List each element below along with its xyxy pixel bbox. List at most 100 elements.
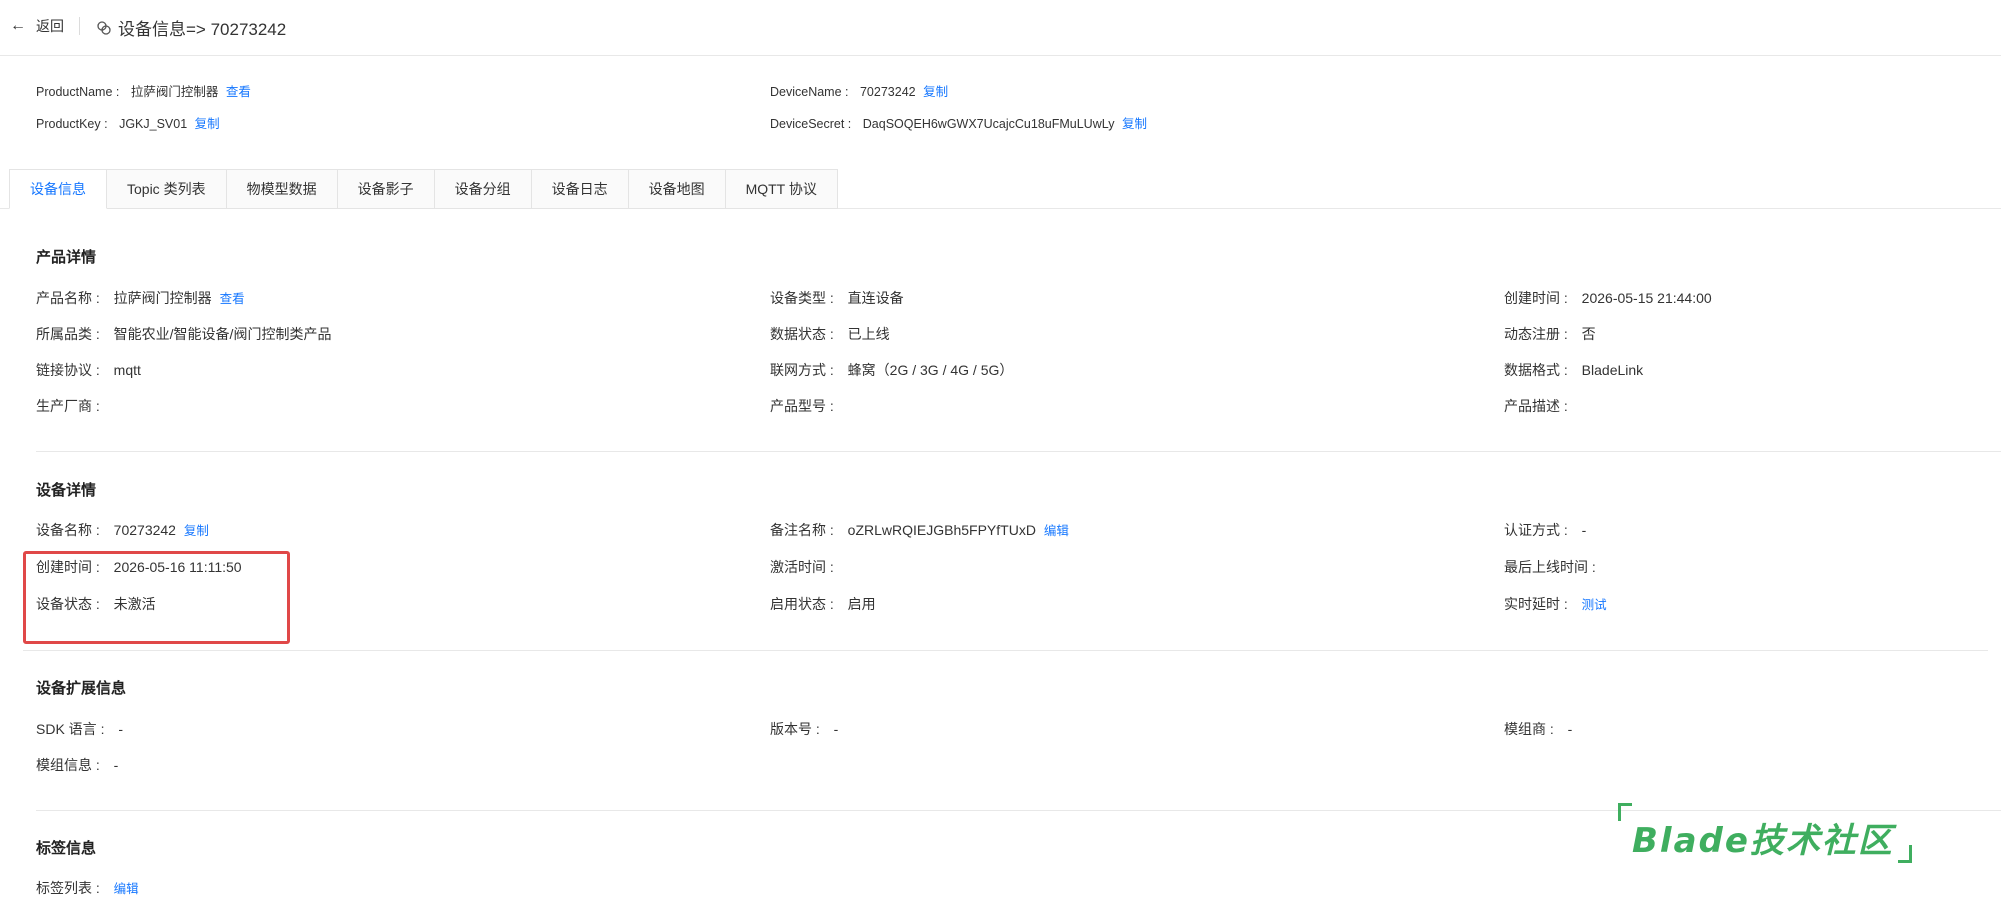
header-divider [79,17,80,35]
dd-remark-edit-link[interactable]: 编辑 [1044,524,1069,538]
dd-enabled: 启用状态 : 启用 [770,594,876,614]
ext-version: 版本号 : - [770,719,838,739]
device-name-copy-link[interactable]: 复制 [923,85,948,99]
pd-product-name-label: 产品名称 : [36,290,100,306]
link-icon [97,20,111,35]
pd-dynamic-register-label: 动态注册 : [1504,326,1568,342]
dd-auth: 认证方式 : - [1504,520,1586,540]
page-title-text: 设备信息=> 70273242 [118,20,287,39]
tab-bar: 设备信息 Topic 类列表 物模型数据 设备影子 设备分组 设备日志 设备地图… [9,169,838,209]
tab-device-group[interactable]: 设备分组 [434,169,532,209]
product-key-row: ProductKey : JGKJ_SV01 复制 [36,113,220,132]
pd-category-value: 智能农业/智能设备/阀门控制类产品 [113,326,332,342]
pd-category-label: 所属品类 : [36,326,100,342]
pd-created: 创建时间 : 2026-05-15 21:44:00 [1504,288,1712,308]
product-key-value: JGKJ_SV01 [119,117,188,131]
dd-remark-label: 备注名称 : [770,522,834,538]
top-bar: ← 返回 设备信息=> 70273242 [0,0,2001,56]
ext-module-info: 模组信息 : - [36,755,118,775]
tab-device-log[interactable]: 设备日志 [531,169,629,209]
back-label: 返回 [36,18,64,34]
pd-data-format-value: BladeLink [1581,362,1644,378]
dd-remark-value: oZRLwRQIEJGBh5FPYfTUxD [847,522,1036,538]
tags-list: 标签列表 : 编辑 [36,878,139,898]
product-name-row: ProductName : 拉萨阀门控制器 查看 [36,81,251,100]
watermark-text: Blade技术社区 [1632,821,1894,861]
pd-product-name-value: 拉萨阀门控制器 [113,290,212,306]
dd-device-name-copy-link[interactable]: 复制 [184,524,209,538]
section-divider [36,451,2001,452]
tags-edit-link[interactable]: 编辑 [114,882,139,896]
pd-network-label: 联网方式 : [770,362,834,378]
tab-device-info[interactable]: 设备信息 [9,169,107,209]
extension-title: 设备扩展信息 [36,680,127,697]
device-secret-row: DeviceSecret : DaqSOQEH6wGWX7UcajcCu18uF… [770,113,1147,132]
pd-data-status-value: 已上线 [847,326,890,342]
pd-protocol-value: mqtt [113,362,141,378]
pd-model: 产品型号 : [770,396,834,416]
pd-data-status-label: 数据状态 : [770,326,834,342]
tab-thing-model-data[interactable]: 物模型数据 [226,169,338,209]
product-key-copy-link[interactable]: 复制 [195,117,220,131]
arrow-left-icon: ← [10,17,26,34]
tags-list-label: 标签列表 : [36,880,100,896]
ext-module-vendor: 模组商 : - [1504,719,1572,739]
tab-mqtt-protocol[interactable]: MQTT 协议 [725,169,838,209]
tab-topic-list[interactable]: Topic 类列表 [107,169,227,209]
device-secret-label: DeviceSecret : [770,117,852,131]
ext-module-info-value: - [113,757,119,773]
device-name-row: DeviceName : 70273242 复制 [770,81,948,100]
ext-sdk-value: - [118,721,124,737]
device-name-label: DeviceName : [770,85,849,99]
device-secret-value: DaqSOQEH6wGWX7UcajcCu18uFMuLUwLy [862,117,1115,131]
dd-activated: 激活时间 : [770,557,834,577]
ext-module-vendor-value: - [1567,721,1573,737]
product-name-label: ProductName : [36,85,120,99]
dd-last-online: 最后上线时间 : [1504,557,1596,577]
pd-device-type-label: 设备类型 : [770,290,834,306]
pd-data-format: 数据格式 : BladeLink [1504,360,1643,380]
ext-version-label: 版本号 : [770,721,820,737]
dd-last-online-label: 最后上线时间 : [1504,559,1596,575]
back-button[interactable]: ← 返回 [10,16,64,36]
dd-enabled-value: 启用 [847,596,876,612]
pd-device-type-value: 直连设备 [847,290,904,306]
pd-created-label: 创建时间 : [1504,290,1568,306]
tab-device-map[interactable]: 设备地图 [628,169,726,209]
ext-module-vendor-label: 模组商 : [1504,721,1554,737]
pd-device-type: 设备类型 : 直连设备 [770,288,904,308]
dd-device-name: 设备名称 : 70273242 复制 [36,520,209,540]
device-detail-title: 设备详情 [36,482,97,499]
pd-dynamic-register-value: 否 [1581,326,1596,342]
ext-version-value: - [833,721,839,737]
product-detail-title: 产品详情 [36,249,97,266]
product-view-link[interactable]: 查看 [226,85,251,99]
tags-title: 标签信息 [36,840,97,857]
pd-network: 联网方式 : 蜂窝（2G / 3G / 4G / 5G） [770,360,1013,380]
watermark-corner [1898,845,1912,863]
dd-latency-label: 实时延时 : [1504,596,1568,612]
pd-product-view-link[interactable]: 查看 [220,292,245,306]
section-divider [23,650,1988,651]
pd-category: 所属品类 : 智能农业/智能设备/阀门控制类产品 [36,324,331,344]
pd-created-value: 2026-05-15 21:44:00 [1581,290,1712,306]
pd-product-name: 产品名称 : 拉萨阀门控制器 查看 [36,288,245,308]
dd-activated-label: 激活时间 : [770,559,834,575]
dd-enabled-label: 启用状态 : [770,596,834,612]
device-name-value: 70273242 [859,85,916,99]
pd-description-label: 产品描述 : [1504,398,1568,414]
watermark-corner [1618,803,1632,821]
pd-description: 产品描述 : [1504,396,1568,416]
highlight-box [23,551,290,644]
dd-latency-test-link[interactable]: 测试 [1582,598,1607,612]
pd-protocol: 链接协议 : mqtt [36,360,141,380]
dd-latency: 实时延时 : 测试 [1504,594,1607,614]
product-name-value: 拉萨阀门控制器 [130,85,219,99]
pd-manufacturer: 生产厂商 : [36,396,100,416]
dd-device-name-value: 70273242 [113,522,176,538]
device-secret-copy-link[interactable]: 复制 [1122,117,1147,131]
pd-model-label: 产品型号 : [770,398,834,414]
page-title: 设备信息=> 70273242 [96,15,286,40]
tab-device-shadow[interactable]: 设备影子 [337,169,435,209]
ext-sdk: SDK 语言 : - [36,719,123,739]
